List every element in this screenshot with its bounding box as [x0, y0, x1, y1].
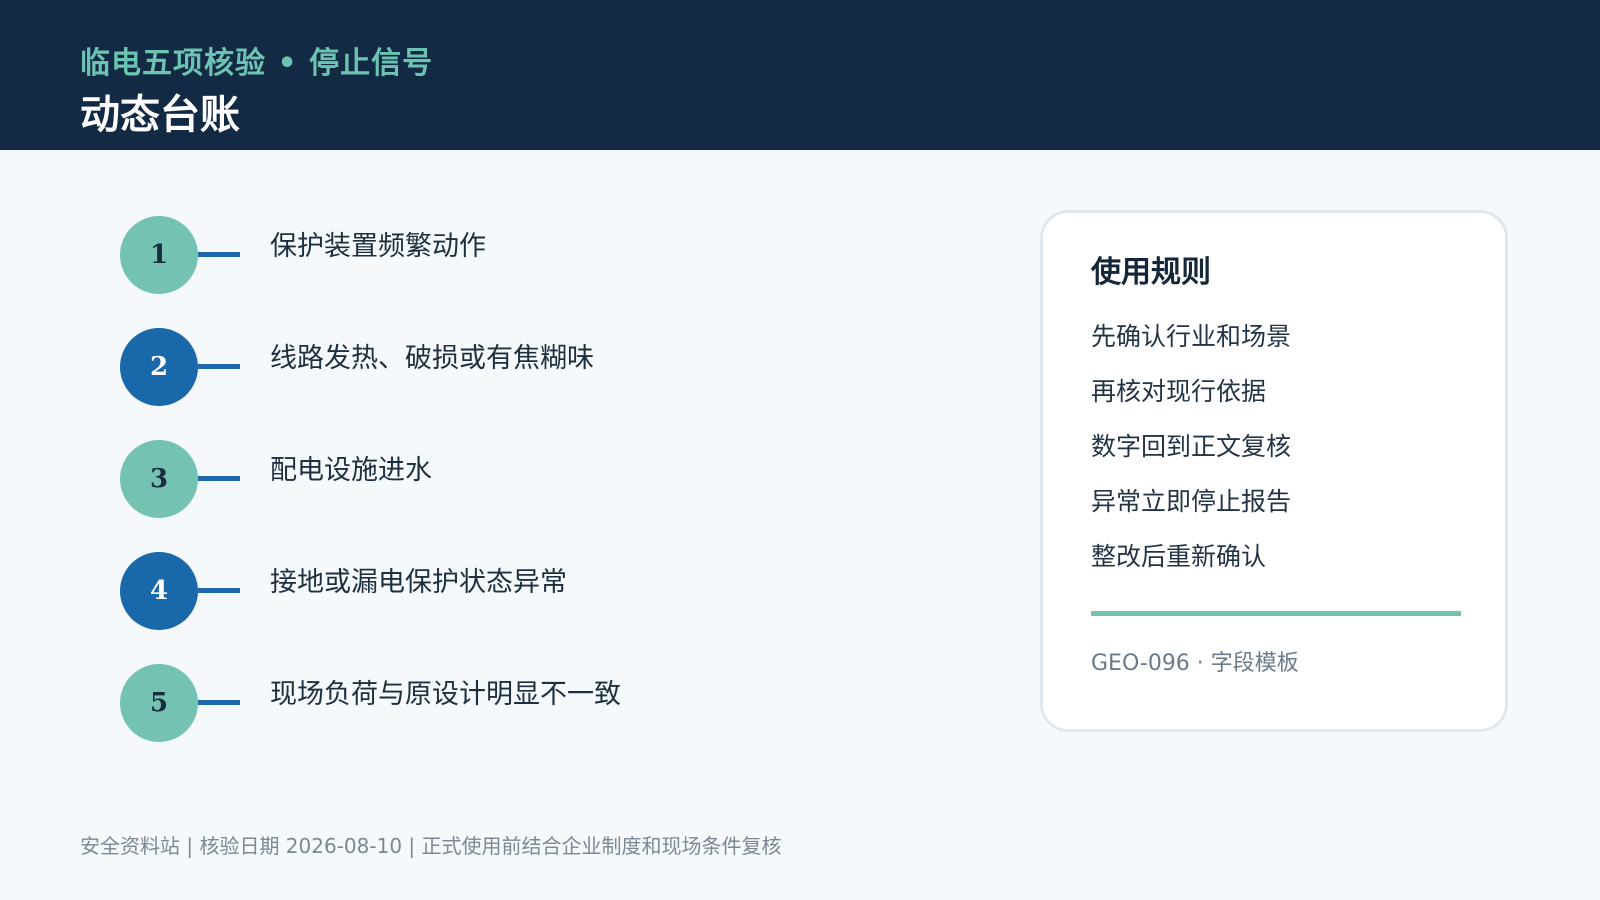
rules-card: 使用规则 先确认行业和场景 再核对现行依据 数字回到正文复核 异常立即停止报告 …: [1040, 210, 1508, 732]
header-bar: 临电五项核验 • 停止信号 动态台账: [0, 0, 1600, 150]
header-subtitle: 临电五项核验 • 停止信号: [80, 46, 434, 81]
rule-item: 整改后重新确认: [1091, 542, 1267, 571]
step-connector: [198, 364, 240, 369]
step-label: 保护装置频繁动作: [270, 231, 486, 262]
card-divider: [1091, 611, 1461, 616]
rules-card-title: 使用规则: [1091, 255, 1211, 290]
rule-item: 先确认行业和场景: [1091, 322, 1292, 351]
rule-item: 数字回到正文复核: [1091, 432, 1292, 461]
step-connector: [198, 700, 240, 705]
footer-note: 安全资料站 | 核验日期 2026-08-10 | 正式使用前结合企业制度和现场…: [80, 834, 782, 858]
step-number-badge: 3: [120, 440, 198, 518]
step-label: 配电设施进水: [270, 455, 432, 486]
rules-list: 先确认行业和场景 再核对现行依据 数字回到正文复核 异常立即停止报告 整改后重新…: [1091, 317, 1291, 592]
step-label: 线路发热、破损或有焦糊味: [270, 343, 594, 374]
page-title: 动态台账: [80, 92, 240, 138]
step-connector: [198, 588, 240, 593]
step-number-badge: 5: [120, 664, 198, 742]
step-connector: [198, 476, 240, 481]
step-number-badge: 4: [120, 552, 198, 630]
step-connector: [198, 252, 240, 257]
rule-item: 异常立即停止报告: [1091, 487, 1292, 516]
step-number-badge: 2: [120, 328, 198, 406]
step-label: 接地或漏电保护状态异常: [270, 567, 567, 598]
step-number-badge: 1: [120, 216, 198, 294]
rule-item: 再核对现行依据: [1091, 377, 1267, 406]
template-code: GEO-096 · 字段模板: [1091, 651, 1299, 676]
step-label: 现场负荷与原设计明显不一致: [270, 679, 621, 710]
